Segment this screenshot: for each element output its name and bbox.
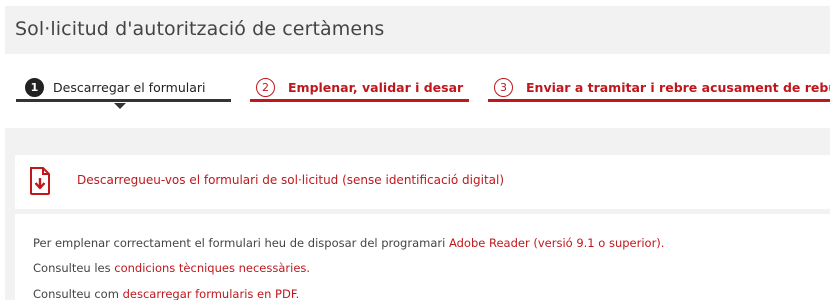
adobe-reader-link[interactable]: Adobe Reader (versió 9.1 o superior). bbox=[449, 236, 664, 250]
info-text-pdf: Consulteu com bbox=[33, 287, 123, 300]
info-text-software: Per emplenar correctament el formulari h… bbox=[33, 236, 449, 250]
info-line-conditions: Consulteu les condicions tècniques neces… bbox=[33, 261, 310, 275]
step-active-bar bbox=[16, 99, 231, 102]
technical-conditions-link[interactable]: condicions tècniques necessàries. bbox=[114, 261, 310, 275]
step-navigation: 1 Descarregar el formulari 2 Emplenar, v… bbox=[0, 70, 830, 110]
download-pdf-forms-link[interactable]: descarregar formularis en PDF. bbox=[123, 287, 300, 300]
info-line-software: Per emplenar correctament el formulari h… bbox=[33, 236, 664, 250]
info-text-conditions: Consulteu les bbox=[33, 261, 115, 275]
info-panel: Per emplenar correctament el formulari h… bbox=[15, 214, 830, 300]
info-line-pdf: Consulteu com descarregar formularis en … bbox=[33, 287, 299, 300]
title-bar: Sol·licitud d'autorització de certàmens bbox=[5, 6, 830, 54]
step-fill-validate-save[interactable]: 2 Emplenar, validar i desar bbox=[250, 70, 469, 106]
download-form-link[interactable]: Descarregueu-vos el formulari de sol·lic… bbox=[77, 173, 504, 187]
page: Sol·licitud d'autorització de certàmens … bbox=[0, 0, 830, 300]
step-download-form[interactable]: 1 Descarregar el formulari bbox=[16, 70, 231, 109]
step-bar-2 bbox=[250, 99, 469, 102]
pdf-download-icon[interactable] bbox=[29, 167, 51, 195]
step-number-1: 1 bbox=[25, 78, 44, 97]
step-label-1: Descarregar el formulari bbox=[53, 80, 206, 95]
download-card: Descarregueu-vos el formulari de sol·lic… bbox=[15, 155, 830, 209]
page-title: Sol·licitud d'autorització de certàmens bbox=[15, 18, 385, 40]
step-pointer-icon bbox=[114, 103, 126, 109]
step-bar-3 bbox=[488, 99, 830, 102]
step-number-3: 3 bbox=[494, 78, 513, 97]
content-area: Descarregueu-vos el formulari de sol·lic… bbox=[5, 128, 830, 300]
step-number-2: 2 bbox=[256, 78, 275, 97]
step-submit-receive-receipt[interactable]: 3 Enviar a tramitar i rebre acusament de… bbox=[488, 70, 830, 106]
step-label-3: Enviar a tramitar i rebre acusament de r… bbox=[526, 80, 830, 95]
step-label-2: Emplenar, validar i desar bbox=[288, 80, 464, 95]
